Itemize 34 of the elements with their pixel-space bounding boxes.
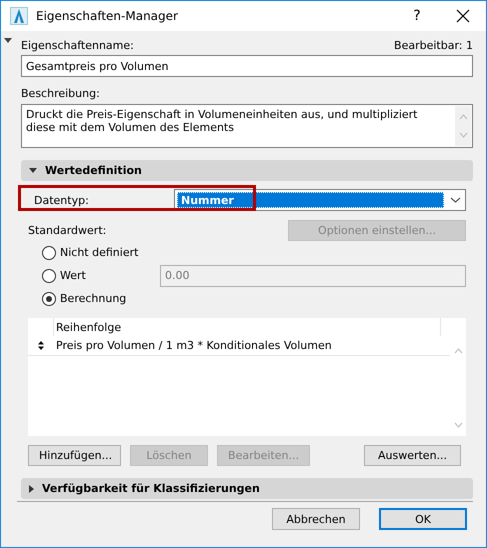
radio-option[interactable]: Wert: [42, 268, 160, 282]
section-header[interactable]: Wertedefinition: [21, 160, 473, 181]
field-label: Datentyp:: [33, 194, 90, 206]
column-header[interactable]: Reihenfolge: [53, 318, 441, 336]
scrollbar[interactable]: [455, 106, 471, 146]
datatype-dropdown[interactable]: Nummer: [174, 189, 466, 211]
radio-option[interactable]: Berechnung: [42, 292, 160, 306]
collapsed-triangle-icon: [29, 484, 34, 492]
window-title: Eigenschaften-Manager: [36, 9, 179, 23]
section-header[interactable]: Verfügbarkeit für Klassifizierungen: [21, 478, 473, 499]
radio-option[interactable]: Nicht definiert: [42, 246, 160, 260]
collapse-arrow-icon[interactable]: [4, 38, 12, 43]
dialog-button[interactable]: OK: [379, 508, 467, 530]
scroll-up-icon[interactable]: [454, 348, 462, 354]
field-label: Eigenschaftenname:: [21, 39, 134, 52]
list-action-button[interactable]: Hinzufügen...: [28, 445, 121, 466]
field-label: Standardwert:: [28, 224, 106, 237]
expanded-triangle-icon: [29, 168, 37, 173]
name-field[interactable]: Gesamtpreis pro Volumen: [21, 55, 473, 77]
help-button[interactable]: ?: [394, 1, 440, 31]
dropdown-caret-icon: [450, 197, 461, 203]
scroll-up-icon[interactable]: [458, 114, 468, 120]
editable-count: Bearbeitbar: 1: [394, 39, 473, 52]
app-logo-icon: [10, 7, 28, 25]
scroll-down-icon[interactable]: [454, 422, 462, 428]
list-action-button[interactable]: Auswerten...: [364, 445, 461, 466]
reorder-handle-icon[interactable]: [38, 341, 44, 350]
dialog-button[interactable]: Abbrechen: [272, 508, 360, 530]
description-field[interactable]: Druckt die Preis-Eigenschaft in Volumeneinheiten aus, und multipliziert diese mit dem Volumen des Elements: [21, 104, 473, 148]
field-label: Beschreibung:: [21, 87, 101, 100]
description-text: Druckt die Preis-Eigenschaft in Volumeneinheiten aus, und multipliziert diese mit dem Volumen des Elements: [25, 107, 418, 136]
list-item[interactable]: Preis pro Volumen / 1 m3 * Konditionales Volumen: [56, 339, 332, 352]
close-icon: [456, 9, 470, 23]
scroll-down-icon[interactable]: [458, 132, 468, 138]
